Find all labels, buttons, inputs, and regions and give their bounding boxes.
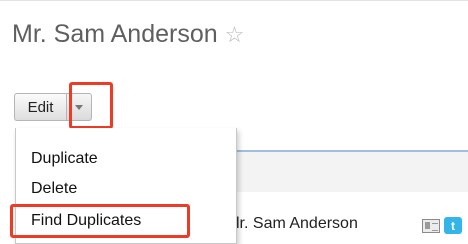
top-divider bbox=[0, 0, 468, 1]
subpanel-header bbox=[236, 152, 468, 192]
twitter-icon[interactable]: t bbox=[444, 217, 462, 234]
dropdown-highlight-box bbox=[69, 82, 113, 129]
page-title: Mr. Sam Anderson bbox=[12, 20, 218, 48]
star-icon[interactable]: ☆ bbox=[225, 23, 245, 46]
edit-button[interactable]: Edit bbox=[14, 93, 66, 121]
edit-button-label: Edit bbox=[27, 98, 54, 116]
record-name-text[interactable]: lr. Sam Anderson bbox=[236, 215, 358, 233]
vcard-icon[interactable] bbox=[422, 219, 440, 233]
menu-item-delete[interactable]: Delete bbox=[31, 180, 77, 198]
record-header: Mr. Sam Anderson ☆ bbox=[12, 20, 244, 49]
menu-item-duplicate[interactable]: Duplicate bbox=[31, 150, 98, 168]
find-duplicates-highlight-box bbox=[10, 204, 190, 238]
